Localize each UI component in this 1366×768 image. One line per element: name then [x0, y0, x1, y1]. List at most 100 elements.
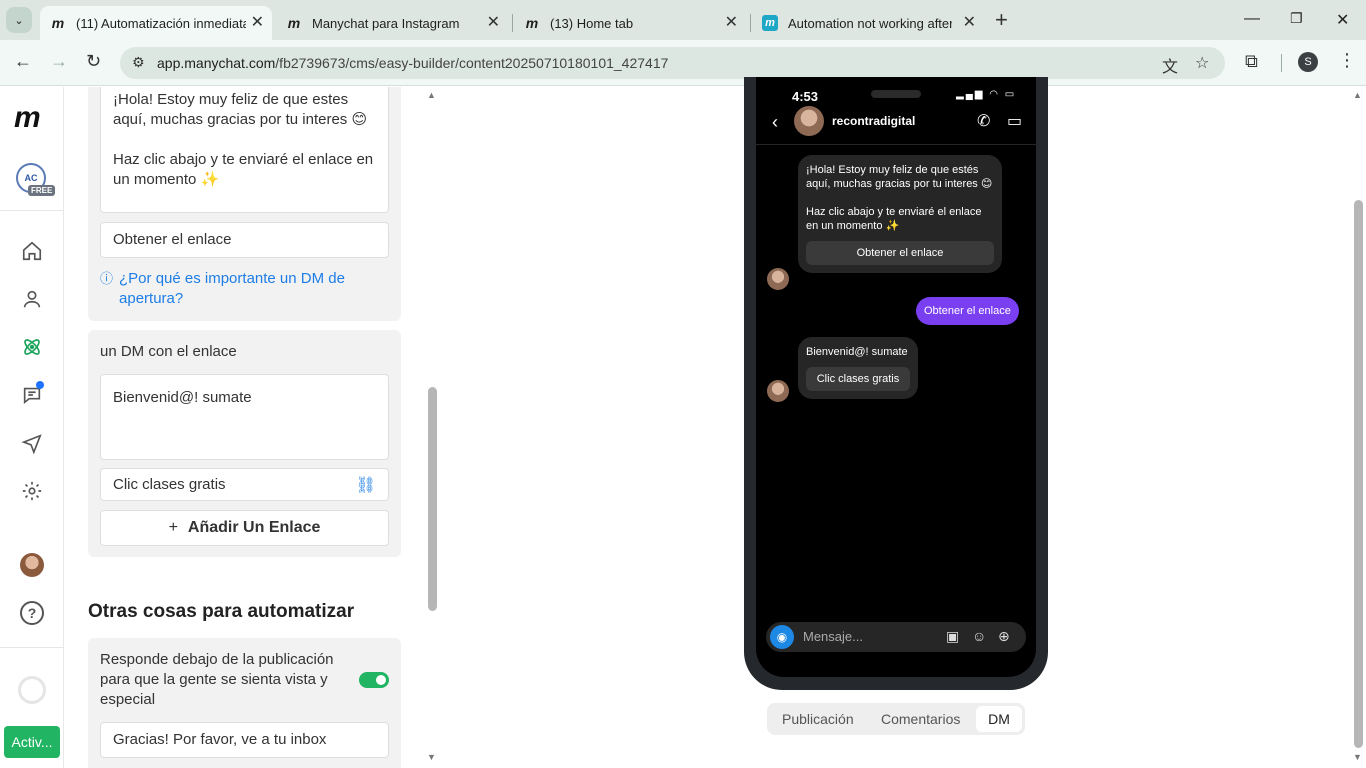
- tab-separator: [750, 14, 751, 32]
- panel-scrollbar[interactable]: [428, 387, 437, 611]
- bubble-2-text: Bienvenid@! sumate: [806, 346, 908, 358]
- manychat-favicon-icon: m: [287, 15, 301, 31]
- rail-divider: [0, 210, 64, 211]
- close-tab-icon[interactable]: ✕: [725, 14, 738, 32]
- activate-button[interactable]: Activ...: [4, 726, 60, 758]
- tab-title: Manychat para Instagram: [312, 15, 460, 31]
- link-dm-heading: un DM con el enlace: [100, 343, 237, 360]
- phone-screen: 4:53 ▂▄▆ ◠ ▭ ‹ recontradigital ✆ ▭ ¡Hola…: [756, 77, 1036, 677]
- dynamic-island: [871, 90, 921, 98]
- opening-dm-text-2: Haz clic abajo y te enviaré el enlace en…: [113, 151, 374, 188]
- tab-separator: [512, 14, 513, 32]
- plus-icon: +: [168, 519, 178, 536]
- page-scroll-down-icon[interactable]: ▼: [1353, 752, 1362, 762]
- gallery-icon: ▣: [946, 628, 960, 644]
- address-bar[interactable]: ⚙ app.manychat.com/fb2739673/cms/easy-bu…: [120, 47, 1225, 79]
- bookmark-star-icon[interactable]: ☆: [1195, 53, 1209, 73]
- settings-gear-icon[interactable]: [20, 479, 44, 503]
- tab-search-chevron-icon[interactable]: ⌄: [6, 7, 32, 33]
- manychat-favicon-icon: m: [525, 15, 539, 31]
- tab-home[interactable]: m (13) Home tab ✕: [514, 6, 746, 40]
- bubble-1-button: Obtener el enlace: [806, 241, 994, 265]
- minimize-icon[interactable]: —: [1244, 10, 1260, 28]
- close-tab-icon[interactable]: ✕: [487, 14, 500, 32]
- tab-publicacion[interactable]: Publicación: [782, 711, 854, 727]
- back-icon[interactable]: ←: [14, 51, 32, 72]
- sticker-icon: ☺: [972, 628, 987, 644]
- profile-avatar[interactable]: S: [1298, 52, 1318, 72]
- scroll-up-arrow-icon[interactable]: ▲: [427, 90, 436, 100]
- translate-icon[interactable]: 文: [1162, 53, 1178, 77]
- browser-tab-bar: ⌄ m (11) Automatización inmediata ✕ m Ma…: [0, 0, 1366, 40]
- tab-dm[interactable]: DM: [976, 706, 1022, 732]
- received-bubble-1: ¡Hola! Estoy muy feliz de que estés aquí…: [798, 155, 1002, 273]
- close-tab-icon[interactable]: ✕: [251, 14, 264, 32]
- bubble-2-button: Clic clases gratis: [806, 367, 910, 391]
- tab-automation-help[interactable]: m Automation not working after n ✕: [752, 6, 984, 40]
- automation-icon[interactable]: [20, 335, 44, 359]
- user-avatar[interactable]: [20, 553, 44, 577]
- close-tab-icon[interactable]: ✕: [963, 14, 976, 32]
- site-info-icon[interactable]: ⚙: [132, 54, 145, 71]
- opening-dm-text-1: ¡Hola! Estoy muy feliz de que estes aquí…: [113, 91, 368, 128]
- preview-tab-switcher: Publicación Comentarios DM: [767, 703, 1025, 735]
- help-icon[interactable]: ?: [20, 601, 44, 625]
- link-button-field[interactable]: Clic clases gratis ⛓: [100, 468, 389, 501]
- phone-frame: 4:53 ▂▄▆ ◠ ▭ ‹ recontradigital ✆ ▭ ¡Hola…: [744, 77, 1048, 690]
- browser-menu-icon[interactable]: ⋮: [1338, 50, 1356, 71]
- forward-icon[interactable]: →: [50, 51, 68, 72]
- public-reply-field[interactable]: Gracias! Por favor, ve a tu inbox: [100, 722, 389, 758]
- add-circle-icon: ⊕: [998, 628, 1010, 644]
- chat-avatar: [794, 106, 824, 136]
- status-icons: ▂▄▆ ◠ ▭: [956, 89, 1017, 100]
- bubble-1-text-1: ¡Hola! Estoy muy feliz de que estés aquí…: [806, 164, 993, 190]
- preview-area: 4:53 ▂▄▆ ◠ ▭ ‹ recontradigital ✆ ▭ ¡Hola…: [441, 77, 1351, 768]
- free-plan-badge: FREE: [28, 185, 56, 196]
- url-host: app.manychat.com: [157, 55, 276, 71]
- why-link-text: ¿Por qué es importante un DM de apertura…: [119, 270, 345, 307]
- tab-manychat-instagram[interactable]: m Manychat para Instagram ✕: [276, 6, 508, 40]
- chat-username: recontradigital: [832, 114, 916, 128]
- restore-icon[interactable]: ❐: [1290, 10, 1303, 27]
- broadcast-send-icon[interactable]: [20, 431, 44, 455]
- home-icon[interactable]: [20, 239, 44, 263]
- tab-comentarios[interactable]: Comentarios: [881, 711, 960, 727]
- scroll-down-arrow-icon[interactable]: ▼: [427, 752, 436, 762]
- sender-avatar: [767, 268, 789, 290]
- opening-button-field[interactable]: Obtener el enlace: [100, 222, 389, 258]
- add-link-button[interactable]: + Añadir Un Enlace: [100, 510, 389, 546]
- link-dm-card: un DM con el enlace Bienvenid@! sumate C…: [88, 330, 401, 557]
- opening-dm-card: ¡Hola! Estoy muy feliz de que estes aquí…: [88, 87, 401, 321]
- sent-reply-bubble: Obtener el enlace: [916, 297, 1019, 325]
- help-favicon-icon: m: [762, 15, 778, 31]
- rail-divider: [0, 647, 64, 648]
- camera-icon: ◉: [770, 625, 794, 649]
- link-dm-textbox[interactable]: Bienvenid@! sumate: [100, 374, 389, 460]
- toolbar-divider: [1281, 54, 1282, 72]
- tab-automatizacion[interactable]: m (11) Automatización inmediata ✕: [40, 6, 272, 40]
- page-scroll-up-icon[interactable]: ▲: [1353, 90, 1362, 100]
- builder-panel: ¡Hola! Estoy muy feliz de que estes aquí…: [65, 87, 441, 768]
- other-automations-title: Otras cosas para automatizar: [88, 601, 355, 622]
- phone-call-icon: ✆: [977, 113, 991, 130]
- new-tab-icon[interactable]: +: [995, 9, 1008, 31]
- opening-dm-textbox[interactable]: ¡Hola! Estoy muy feliz de que estes aquí…: [100, 87, 389, 213]
- info-icon: ⓘ: [100, 271, 114, 286]
- chat-header: ‹ recontradigital ✆ ▭: [756, 101, 1036, 145]
- progress-ring-icon[interactable]: [18, 676, 46, 704]
- url-path: /fb2739673/cms/easy-builder/content20250…: [275, 55, 669, 71]
- why-opening-dm-link[interactable]: ⓘ ¿Por qué es importante un DM de apertu…: [100, 269, 370, 309]
- manychat-logo[interactable]: m: [14, 101, 41, 135]
- public-reply-toggle[interactable]: [359, 672, 389, 688]
- page-scrollbar[interactable]: [1354, 200, 1363, 748]
- extensions-icon[interactable]: ⧉: [1245, 51, 1258, 72]
- close-window-icon[interactable]: ✕: [1336, 10, 1349, 30]
- left-navigation-rail: m AC FREE ? Activ...: [0, 87, 64, 768]
- reload-icon[interactable]: ↻: [86, 51, 101, 72]
- url-text: app.manychat.com/fb2739673/cms/easy-buil…: [157, 55, 668, 71]
- tab-title: (13) Home tab: [550, 15, 634, 31]
- contacts-icon[interactable]: [20, 287, 44, 311]
- public-reply-label: Responde debajo de la publicación para q…: [100, 651, 334, 708]
- link-chain-icon[interactable]: ⛓: [356, 475, 376, 495]
- tab-title: (11) Automatización inmediata: [76, 15, 246, 31]
